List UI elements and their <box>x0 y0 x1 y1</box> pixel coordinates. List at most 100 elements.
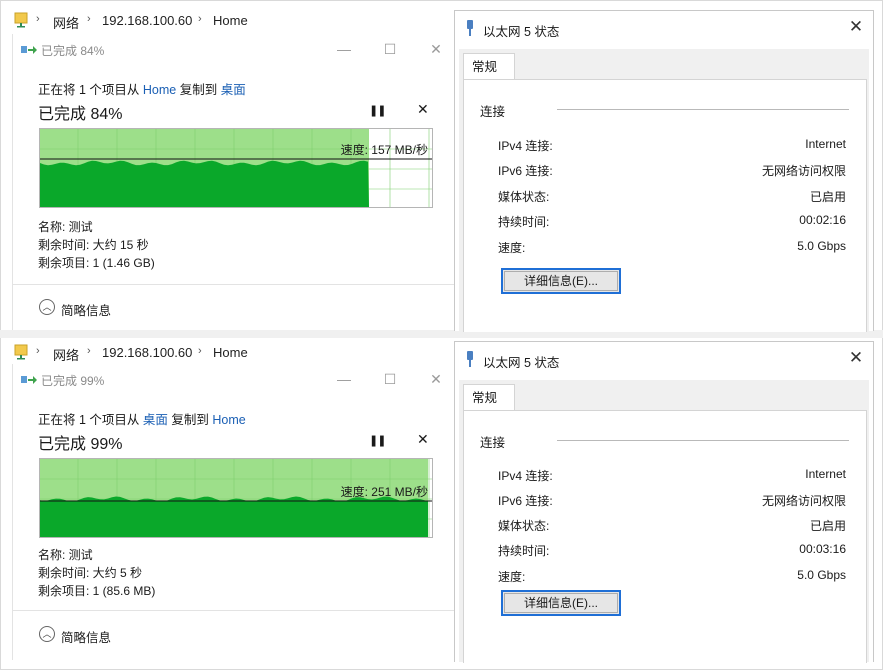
percent-complete: 已完成 84% <box>38 106 123 123</box>
breadcrumb: › 网络 › 192.168.100.60 › Home <box>0 8 450 32</box>
ipv4-value: Internet <box>805 137 846 151</box>
group-divider <box>557 440 849 441</box>
panel-top: › 网络 › 192.168.100.60 › Home 已完成 84% — ☐… <box>0 0 883 332</box>
network-folder-icon <box>14 344 28 360</box>
details-button-label: 详细信息(E)... <box>524 596 598 610</box>
close-button[interactable]: ✕ <box>423 38 449 60</box>
ipv6-value: 无网络访问权限 <box>761 164 846 178</box>
dialog-body: 常规 连接 IPv4 连接: Internet IPv6 连接: 无网络访问权限… <box>459 49 869 332</box>
stop-icon[interactable]: ✕ <box>417 431 429 448</box>
copy-icon <box>21 46 37 54</box>
details-button-label: 详细信息(E)... <box>524 274 598 288</box>
speed-area <box>40 160 369 207</box>
close-button[interactable]: ✕ <box>845 17 867 37</box>
stop-icon[interactable]: ✕ <box>417 101 429 118</box>
speed-value: 5.0 Gbps <box>797 568 846 582</box>
source-link[interactable]: 桌面 <box>143 413 168 427</box>
network-adapter-icon <box>467 20 473 36</box>
chevron-right-icon: › <box>198 345 202 357</box>
group-connection-label: 连接 <box>480 436 506 450</box>
items-remaining: 剩余项目: 1 (1.46 GB) <box>38 256 155 270</box>
ipv6-value: 无网络访问权限 <box>761 494 846 508</box>
maximize-button[interactable]: ☐ <box>377 38 403 60</box>
speed-key: 速度: <box>498 570 526 584</box>
speed-area <box>40 496 428 537</box>
speed-label: 速度: 157 MB/秒 <box>340 143 428 157</box>
tab-page-general: 连接 IPv4 连接: Internet IPv6 连接: 无网络访问权限 媒体… <box>463 79 867 332</box>
copy-desc-mid: 复制到 <box>171 413 209 427</box>
copy-desc-prefix: 正在将 1 个项目从 <box>38 83 140 97</box>
window-title: 以太网 5 状态 <box>483 25 560 39</box>
pause-icon[interactable]: ❚❚ <box>369 104 386 117</box>
copy-desc-prefix: 正在将 1 个项目从 <box>38 413 140 427</box>
copy-description: 正在将 1 个项目从 桌面 复制到 Home <box>38 409 246 428</box>
chevron-right-icon: › <box>87 345 91 357</box>
minimize-button[interactable]: — <box>331 38 357 60</box>
breadcrumb-item-host[interactable]: 192.168.100.60 <box>102 13 192 28</box>
chevron-right-icon: › <box>36 13 40 25</box>
tab-page-general: 连接 IPv4 连接: Internet IPv6 连接: 无网络访问权限 媒体… <box>463 410 867 663</box>
speed-key: 速度: <box>498 241 526 255</box>
copy-icon <box>21 376 37 384</box>
breadcrumb-item-share[interactable]: Home <box>213 345 248 360</box>
items-remaining: 剩余项目: 1 (85.6 MB) <box>38 584 156 598</box>
speed-label: 速度: 251 MB/秒 <box>340 485 428 499</box>
fewer-details-toggle[interactable]: 简略信息 <box>61 627 111 646</box>
window-title: 已完成 84% <box>41 44 105 58</box>
speed-graph: 速度: 157 MB/秒 <box>39 128 433 208</box>
chevron-up-icon[interactable]: ︿ <box>39 299 55 315</box>
tab-general[interactable]: 常规 <box>463 384 515 410</box>
copy-progress-dialog: 已完成 84% — ☐ ✕ 正在将 1 个项目从 Home 复制到 桌面 已完成… <box>12 34 456 330</box>
ipv4-value: Internet <box>805 467 846 481</box>
chevron-right-icon: › <box>87 13 91 25</box>
details-button[interactable]: 详细信息(E)... <box>501 590 621 616</box>
media-state-key: 媒体状态: <box>498 519 550 533</box>
breadcrumb-item-network[interactable]: 网络 <box>53 13 79 32</box>
divider <box>13 284 455 285</box>
destination-link[interactable]: Home <box>212 413 245 427</box>
pause-icon[interactable]: ❚❚ <box>369 434 386 447</box>
duration-key: 持续时间: <box>498 544 550 558</box>
maximize-button[interactable]: ☐ <box>377 368 403 390</box>
breadcrumb-item-share[interactable]: Home <box>213 13 248 28</box>
speed-value: 5.0 Gbps <box>797 239 846 253</box>
speed-graph: 速度: 251 MB/秒 <box>39 458 433 538</box>
breadcrumb-item-network[interactable]: 网络 <box>53 345 79 364</box>
minimize-button[interactable]: — <box>331 368 357 390</box>
close-button[interactable]: ✕ <box>845 348 867 368</box>
time-remaining: 剩余时间: 大约 5 秒 <box>38 566 143 580</box>
ipv4-key: IPv4 连接: <box>498 139 553 153</box>
divider <box>13 610 455 611</box>
media-state-value: 已启用 <box>809 519 846 533</box>
dialog-body: 常规 连接 IPv4 连接: Internet IPv6 连接: 无网络访问权限… <box>459 380 869 663</box>
panel-bottom: › 网络 › 192.168.100.60 › Home 已完成 99% — ☐… <box>0 338 883 668</box>
ipv6-key: IPv6 连接: <box>498 164 553 178</box>
duration-key: 持续时间: <box>498 215 550 229</box>
chevron-right-icon: › <box>198 13 202 25</box>
network-folder-icon <box>14 12 28 28</box>
media-state-value: 已启用 <box>809 190 846 204</box>
destination-link[interactable]: 桌面 <box>221 83 246 97</box>
media-state-key: 媒体状态: <box>498 190 550 204</box>
details-button[interactable]: 详细信息(E)... <box>501 268 621 294</box>
fewer-details-toggle[interactable]: 简略信息 <box>61 300 111 319</box>
duration-value: 00:03:16 <box>799 542 846 556</box>
ethernet-status-window: 以太网 5 状态 ✕ 常规 连接 IPv4 连接: Internet IPv6 … <box>454 10 874 332</box>
window-title: 已完成 99% <box>41 374 105 388</box>
time-remaining: 剩余时间: 大约 15 秒 <box>38 238 149 252</box>
copy-progress-dialog: 已完成 99% — ☐ ✕ 正在将 1 个项目从 桌面 复制到 Home 已完成… <box>12 364 456 660</box>
breadcrumb: › 网络 › 192.168.100.60 › Home <box>0 340 450 364</box>
breadcrumb-item-host[interactable]: 192.168.100.60 <box>102 345 192 360</box>
source-link[interactable]: Home <box>143 83 176 97</box>
group-divider <box>557 109 849 110</box>
item-name: 名称: 测试 <box>38 220 93 234</box>
ipv6-key: IPv6 连接: <box>498 494 553 508</box>
ethernet-status-window: 以太网 5 状态 ✕ 常规 连接 IPv4 连接: Internet IPv6 … <box>454 341 874 663</box>
close-button[interactable]: ✕ <box>423 368 449 390</box>
tab-general[interactable]: 常规 <box>463 53 515 79</box>
chevron-up-icon[interactable]: ︿ <box>39 626 55 642</box>
ipv4-key: IPv4 连接: <box>498 469 553 483</box>
network-adapter-icon <box>467 351 473 367</box>
copy-description: 正在将 1 个项目从 Home 复制到 桌面 <box>38 79 246 98</box>
window-title: 以太网 5 状态 <box>483 356 560 370</box>
